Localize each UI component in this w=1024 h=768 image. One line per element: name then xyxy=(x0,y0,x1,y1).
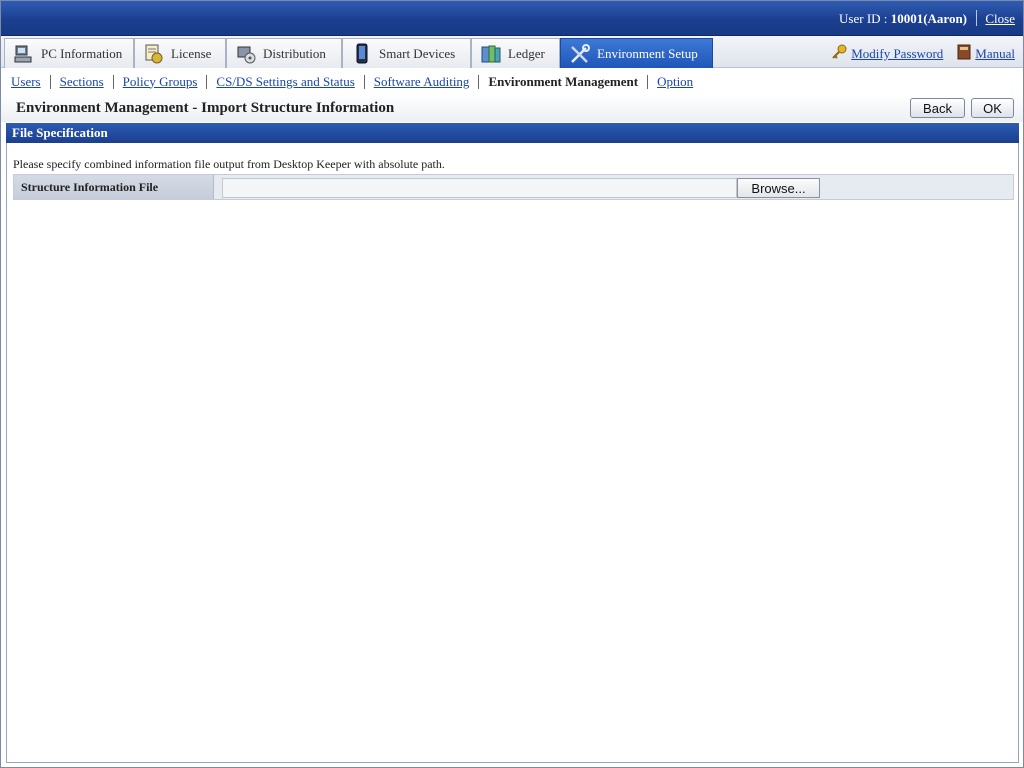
subnav-users[interactable]: Users xyxy=(11,74,41,90)
tab-label: Ledger xyxy=(508,45,545,61)
tab-pc-information[interactable]: PC Information xyxy=(4,38,134,68)
tab-license[interactable]: License xyxy=(134,38,226,68)
tab-smart-devices[interactable]: Smart Devices xyxy=(342,38,471,68)
app-window: User ID : 10001(Aaron) Close PC Informat… xyxy=(0,0,1024,768)
browse-button[interactable]: Browse... xyxy=(737,178,820,198)
top-banner: User ID : 10001(Aaron) Close xyxy=(1,1,1023,36)
utility-links: Modify Password Manual xyxy=(831,44,1015,64)
back-button[interactable]: Back xyxy=(910,98,965,118)
banner-divider xyxy=(976,10,977,26)
subnav-divider xyxy=(206,74,208,89)
sub-navigation: Users Sections Policy Groups CS/DS Setti… xyxy=(1,69,1023,94)
user-id-value: 10001(Aaron) xyxy=(890,11,967,26)
structure-file-input[interactable] xyxy=(222,178,737,198)
structure-file-label: Structure Information File xyxy=(14,175,214,199)
modify-password-link[interactable]: Modify Password xyxy=(851,46,943,62)
key-icon xyxy=(831,44,847,64)
tab-label: Smart Devices xyxy=(379,45,456,61)
manual-link[interactable]: Manual xyxy=(975,46,1015,62)
subnav-software-auditing[interactable]: Software Auditing xyxy=(374,74,470,90)
subnav-policy-groups[interactable]: Policy Groups xyxy=(123,74,198,90)
ledger-icon xyxy=(480,43,502,65)
tab-distribution[interactable]: Distribution xyxy=(226,38,342,68)
user-id-label: User ID : xyxy=(839,11,891,26)
subnav-sections[interactable]: Sections xyxy=(60,74,104,90)
tab-label: Distribution xyxy=(263,45,326,61)
content-panel: Please specify combined information file… xyxy=(6,143,1019,763)
ok-button[interactable]: OK xyxy=(971,98,1014,118)
tab-ledger[interactable]: Ledger xyxy=(471,38,560,68)
tools-icon xyxy=(569,43,591,65)
tab-label: License xyxy=(171,45,212,61)
pc-icon xyxy=(13,43,35,65)
subnav-environment-management: Environment Management xyxy=(488,73,639,89)
instruction-text: Please specify combined information file… xyxy=(13,157,445,171)
close-link[interactable]: Close xyxy=(985,11,1015,27)
page-title-bar: Environment Management - Import Structur… xyxy=(1,94,1023,122)
subnav-divider xyxy=(112,74,114,89)
user-id: User ID : 10001(Aaron) xyxy=(839,11,967,27)
license-icon xyxy=(143,43,165,65)
manual-icon xyxy=(957,44,971,64)
page-title: Environment Management - Import Structur… xyxy=(16,100,395,116)
section-header: File Specification xyxy=(6,123,1019,143)
smart-device-icon xyxy=(351,43,373,65)
distribution-icon xyxy=(235,43,257,65)
subnav-divider xyxy=(647,74,649,89)
tab-label: Environment Setup xyxy=(597,45,698,61)
main-tabs: PC Information License Distribution Smar… xyxy=(1,36,1023,68)
subnav-divider xyxy=(49,74,51,89)
subnav-option[interactable]: Option xyxy=(657,74,693,90)
form-row: Structure Information File Browse... xyxy=(13,174,1014,200)
subnav-cs-ds-settings[interactable]: CS/DS Settings and Status xyxy=(216,74,354,90)
subnav-divider xyxy=(363,74,365,89)
tab-label: PC Information xyxy=(41,45,123,61)
subnav-divider xyxy=(478,74,480,89)
tab-environment-setup[interactable]: Environment Setup xyxy=(560,38,713,68)
